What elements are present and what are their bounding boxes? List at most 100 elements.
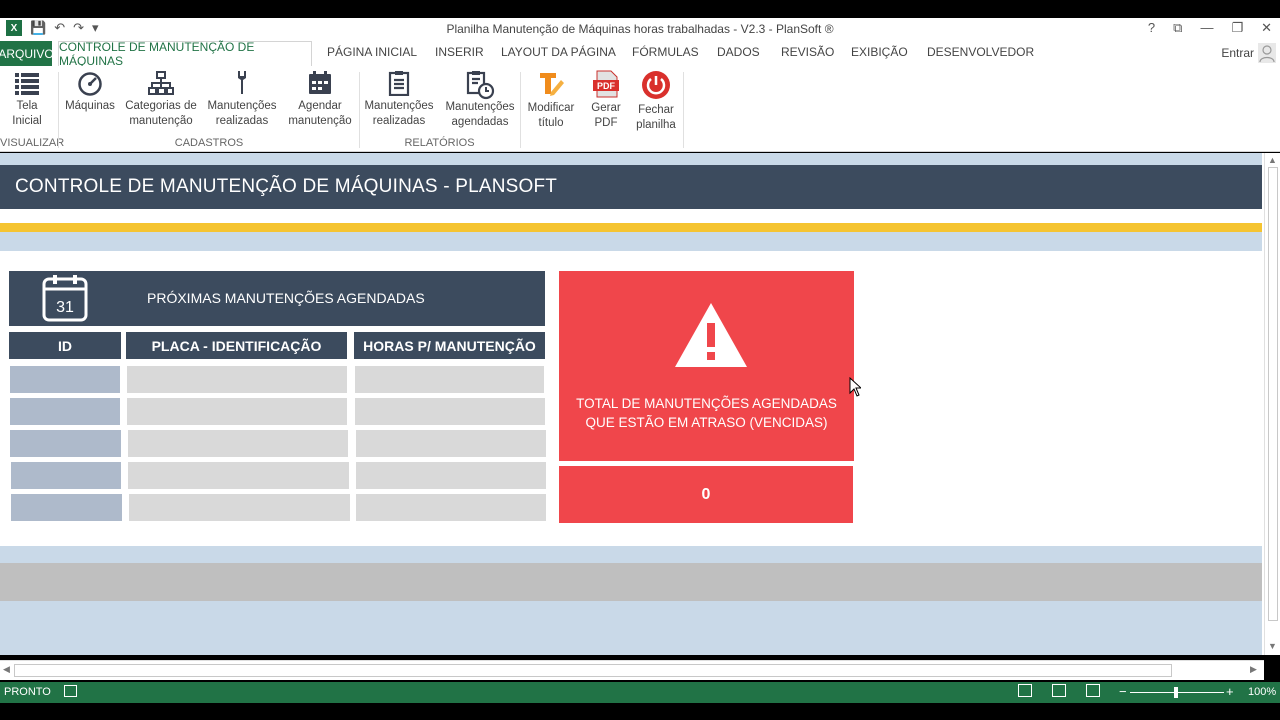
tab-home[interactable]: PÁGINA INICIAL — [327, 45, 417, 59]
tab-review[interactable]: REVISÃO — [781, 45, 834, 59]
scroll-up-icon[interactable]: ▲ — [1268, 155, 1277, 165]
light-blue-band — [0, 601, 1262, 655]
column-header-hours: HORAS P/ MANUTENÇÃO — [354, 332, 545, 359]
clipboard-icon — [388, 71, 410, 96]
scroll-right-icon[interactable]: ▶ — [1250, 664, 1257, 675]
table-cell-id[interactable] — [10, 398, 120, 425]
title-bar: X 💾 ↶ ↷ ▾ Planilha Manutenção de Máquina… — [0, 18, 1280, 41]
scroll-down-icon[interactable]: ▼ — [1268, 641, 1277, 651]
close-sheet-button[interactable]: Fechar planilha — [633, 70, 679, 133]
svg-text:PDF: PDF — [597, 81, 616, 91]
calendar-icon: 31 — [42, 275, 88, 322]
group-label-reports: RELATÓRIOS — [404, 137, 475, 149]
calendar-day: 31 — [56, 299, 74, 316]
table-cell-plate[interactable] — [128, 430, 348, 457]
warning-icon — [675, 303, 747, 367]
upcoming-maintenance-title: PRÓXIMAS MANUTENÇÕES AGENDADAS — [147, 290, 425, 306]
sign-in-link[interactable]: Entrar — [1221, 46, 1254, 60]
table-cell-id[interactable] — [11, 462, 121, 489]
tab-developer[interactable]: DESENVOLVEDOR — [927, 45, 1034, 59]
status-ready: PRONTO — [4, 686, 51, 698]
close-icon[interactable]: ✕ — [1261, 20, 1272, 36]
tab-data[interactable]: DADOS — [717, 45, 760, 59]
user-avatar-icon[interactable] — [1258, 43, 1276, 63]
table-cell-hours[interactable] — [356, 494, 546, 521]
ribbon-display-icon[interactable]: ⧉ — [1173, 20, 1182, 36]
zoom-slider-knob[interactable] — [1174, 687, 1178, 698]
list-icon — [15, 73, 39, 95]
view-buttons — [1018, 684, 1100, 697]
light-blue-band — [0, 546, 1262, 563]
table-cell-id[interactable] — [10, 366, 120, 393]
top-black-border — [0, 0, 1280, 18]
tab-formulas[interactable]: FÓRMULAS — [632, 45, 699, 59]
horizontal-scroll-thumb[interactable] — [14, 664, 1172, 677]
page-break-view-icon[interactable] — [1086, 684, 1100, 697]
page-layout-view-icon[interactable] — [1052, 684, 1066, 697]
table-cell-hours[interactable] — [356, 430, 546, 457]
table-cell-hours[interactable] — [355, 398, 545, 425]
bottom-black-border — [0, 703, 1280, 720]
ribbon: Tela Inicial VISUALIZAR Máquinas Categor… — [0, 66, 1280, 152]
power-icon — [642, 71, 670, 99]
tab-file[interactable]: ARQUIVO — [0, 41, 54, 66]
help-icon[interactable]: ? — [1148, 20, 1155, 36]
wrench-icon — [238, 71, 246, 94]
table-cell-plate[interactable] — [127, 398, 347, 425]
zoom-in-icon[interactable]: + — [1226, 684, 1234, 699]
ribbon-tabs: ARQUIVO CONTROLE DE MANUTENÇÃO DE MÁQUIN… — [0, 40, 1280, 68]
zoom-out-icon[interactable]: − — [1119, 684, 1127, 699]
report-completed-button[interactable]: Manutenções realizadas — [362, 70, 436, 129]
table-cell-id[interactable] — [10, 430, 121, 457]
group-label-registers: CADASTROS — [174, 137, 244, 149]
scroll-left-icon[interactable]: ◀ — [3, 664, 10, 675]
tab-view[interactable]: EXIBIÇÃO — [851, 45, 908, 59]
overdue-alert-panel: TOTAL DE MANUTENÇÕES AGENDADAS QUE ESTÃO… — [559, 271, 854, 461]
top-light-band — [0, 153, 1262, 165]
upcoming-maintenance-header: 31 PRÓXIMAS MANUTENÇÕES AGENDADAS — [9, 271, 545, 326]
tab-insert[interactable]: INSERIR — [435, 45, 484, 59]
horizontal-scrollbar[interactable]: ◀ ▶ — [0, 660, 1264, 680]
vertical-scrollbar[interactable]: ▲ ▼ — [1264, 153, 1280, 655]
table-cell-plate[interactable] — [128, 462, 349, 489]
generate-pdf-button[interactable]: PDF Gerar PDF — [584, 70, 628, 131]
normal-view-icon[interactable] — [1018, 684, 1032, 697]
pdf-icon: PDF — [593, 70, 619, 98]
table-cell-hours[interactable] — [356, 462, 546, 489]
group-label-view: VISUALIZAR — [0, 137, 65, 149]
table-cell-plate[interactable] — [127, 366, 347, 393]
table-cell-plate[interactable] — [129, 494, 350, 521]
minimize-icon[interactable]: — — [1200, 20, 1213, 36]
gray-band — [0, 563, 1262, 601]
completed-maintenance-button[interactable]: Manutenções realizadas — [204, 70, 280, 129]
table-cell-hours[interactable] — [355, 366, 544, 393]
yellow-accent-bar — [0, 223, 1262, 232]
sheet-header-title: CONTROLE DE MANUTENÇÃO DE MÁQUINAS - PLA… — [0, 165, 1262, 209]
column-header-id: ID — [9, 332, 121, 359]
light-blue-band — [0, 232, 1262, 251]
clipboard-clock-icon — [466, 71, 495, 100]
window-title: Planilha Manutenção de Máquinas horas tr… — [446, 22, 834, 36]
hierarchy-icon — [148, 71, 174, 95]
group-separator — [520, 72, 521, 148]
modify-title-button[interactable]: Modificar título — [524, 70, 578, 131]
home-screen-button[interactable]: Tela Inicial — [4, 70, 50, 129]
window-controls: ? ⧉ — ❐ ✕ — [1148, 20, 1272, 36]
zoom-level[interactable]: 100% — [1248, 686, 1276, 698]
tab-maintenance-control[interactable]: CONTROLE DE MANUTENÇÃO DE MÁQUINAS — [58, 40, 312, 68]
macro-record-icon[interactable] — [64, 685, 77, 697]
mouse-cursor-icon — [849, 377, 861, 397]
calendar-icon — [309, 71, 331, 94]
machines-button[interactable]: Máquinas — [62, 70, 118, 114]
schedule-maintenance-button[interactable]: Agendar manutenção — [285, 70, 355, 129]
tab-page-layout[interactable]: LAYOUT DA PÁGINA — [501, 45, 616, 59]
table-cell-id[interactable] — [11, 494, 122, 521]
maintenance-categories-button[interactable]: Categorias de manutenção — [124, 70, 198, 129]
worksheet-area[interactable]: CONTROLE DE MANUTENÇÃO DE MÁQUINAS - PLA… — [0, 153, 1264, 655]
status-bar: PRONTO − + 100% — [0, 682, 1280, 703]
gauge-icon — [78, 72, 102, 96]
overdue-alert-text: TOTAL DE MANUTENÇÕES AGENDADAS QUE ESTÃO… — [576, 396, 837, 430]
report-scheduled-button[interactable]: Manutenções agendadas — [442, 70, 518, 130]
restore-icon[interactable]: ❐ — [1231, 20, 1243, 36]
vertical-scroll-thumb[interactable] — [1268, 167, 1278, 621]
